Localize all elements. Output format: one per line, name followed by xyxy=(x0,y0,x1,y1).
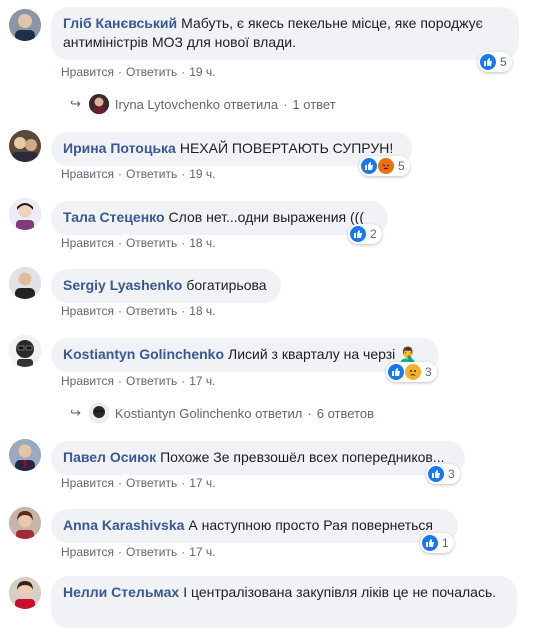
like-reaction-icon xyxy=(388,364,404,380)
comment-author[interactable]: Гліб Канєвський xyxy=(63,15,177,31)
comment-bubble: Тала Стеценко Слов нет...одни выражения (… xyxy=(51,201,388,235)
reply-avatar xyxy=(88,94,109,114)
comment-bubble: Гліб Канєвський Мабуть, є якесь пекельне … xyxy=(51,7,519,60)
like-link[interactable]: Нравится xyxy=(61,476,114,490)
avatar[interactable] xyxy=(9,267,41,299)
comment-author[interactable]: Павел Осиюк xyxy=(63,449,156,465)
comment-text: Похоже Зе превзошёл всех попередников... xyxy=(160,449,445,465)
avatar[interactable] xyxy=(9,577,41,609)
reply-count: 1 ответ xyxy=(292,96,336,112)
reply-verb: ответил xyxy=(255,405,303,421)
reaction-summary[interactable]: 5 xyxy=(359,156,410,176)
comment-text: І централізована закупівля ліків це не п… xyxy=(183,584,497,600)
reply-verb: ответила xyxy=(223,96,279,112)
reaction-count: 5 xyxy=(398,159,405,173)
like-reaction-icon xyxy=(480,54,496,70)
comment-actions: Нравится · Ответить · 17 ч. xyxy=(61,476,216,490)
avatar[interactable] xyxy=(9,198,41,230)
sad-reaction-icon xyxy=(405,364,421,380)
reply-count: 6 ответов xyxy=(316,405,374,421)
comment-bubble: Ирина Потоцька НЕХАЙ ПОВЕРТАЮТЬ СУПРУН! xyxy=(51,132,412,166)
angry-reaction-icon xyxy=(378,158,394,174)
avatar[interactable] xyxy=(9,335,41,367)
reaction-count: 3 xyxy=(448,467,455,481)
comment-author[interactable]: Ирина Потоцька xyxy=(63,140,176,156)
comment-text: НЕХАЙ ПОВЕРТАЮТЬ СУПРУН! xyxy=(179,140,394,156)
reaction-summary[interactable]: 3 xyxy=(386,362,437,382)
reaction-count: 5 xyxy=(500,55,507,69)
reply-link[interactable]: Ответить xyxy=(126,545,177,559)
reply-link[interactable]: Ответить xyxy=(126,167,177,181)
reply-link[interactable]: Ответить xyxy=(126,374,177,388)
like-reaction-icon xyxy=(361,158,377,174)
comment-bubble: Sergiy Lyashenko богатирьова xyxy=(51,269,281,303)
reaction-count: 3 xyxy=(425,365,432,379)
comment-time[interactable]: 17 ч. xyxy=(189,545,215,559)
like-link[interactable]: Нравится xyxy=(61,167,114,181)
comment-author[interactable]: Anna Karashivska xyxy=(63,517,184,533)
like-reaction-icon xyxy=(428,466,444,482)
reaction-summary[interactable]: 5 xyxy=(478,52,512,72)
comment-text: Слов нет...одни выражения ((( xyxy=(168,209,364,225)
comment-actions: Нравится · Ответить · 18 ч. xyxy=(61,304,216,318)
reaction-count: 2 xyxy=(370,227,377,241)
comment-author[interactable]: Sergiy Lyashenko xyxy=(63,277,182,293)
comment-bubble: Anna Karashivska А наступною просто Рая п… xyxy=(51,509,458,543)
comment-author[interactable]: Kostiantyn Golinchenko xyxy=(63,346,224,362)
comment-text: богатирьова xyxy=(186,277,267,293)
reply-arrow-icon: ↪ xyxy=(70,96,81,111)
reaction-summary[interactable]: 2 xyxy=(348,224,382,244)
comment-actions: Нравится · Ответить · 17 ч. xyxy=(61,545,216,559)
like-link[interactable]: Нравится xyxy=(61,545,114,559)
comment-actions: Нравится · Ответить · 19 ч. xyxy=(61,167,216,181)
reaction-summary[interactable]: 1 xyxy=(420,533,454,553)
comment-bubble: Павел Осиюк Похоже Зе превзошёл всех попе… xyxy=(51,441,465,475)
like-link[interactable]: Нравится xyxy=(61,236,114,250)
reply-author: Iryna Lytovchenko xyxy=(114,96,220,112)
avatar[interactable] xyxy=(9,439,41,471)
comment-time[interactable]: 19 ч. xyxy=(189,167,215,181)
reply-arrow-icon: ↪ xyxy=(70,405,81,420)
like-reaction-icon xyxy=(350,226,366,242)
avatar[interactable] xyxy=(9,130,41,162)
avatar[interactable] xyxy=(9,9,41,41)
comment-actions: Нравится · Ответить · 17 ч. xyxy=(61,374,216,388)
reply-link[interactable]: Ответить xyxy=(126,65,177,79)
comment-time[interactable]: 17 ч. xyxy=(189,374,215,388)
replies-link[interactable]: ↪ Kostiantyn Golinchenko ответил · 6 ответ… xyxy=(70,403,374,423)
reply-link[interactable]: Ответить xyxy=(126,476,177,490)
comment-time[interactable]: 18 ч. xyxy=(189,236,215,250)
comment-time[interactable]: 17 ч. xyxy=(189,476,215,490)
reply-author: Kostiantyn Golinchenko xyxy=(114,405,252,421)
avatar[interactable] xyxy=(9,507,41,539)
replies-link[interactable]: ↪ Iryna Lytovchenko ответила · 1 ответ xyxy=(70,94,336,114)
comment-bubble: Kostiantyn Golinchenko Лисий з кварталу н… xyxy=(51,338,439,372)
comment-time[interactable]: 18 ч. xyxy=(189,304,215,318)
reaction-count: 1 xyxy=(442,536,449,550)
comment-time[interactable]: 19 ч. xyxy=(189,65,215,79)
like-link[interactable]: Нравится xyxy=(61,65,114,79)
comment-text: А наступною просто Рая повернеться xyxy=(188,517,433,533)
comment-author[interactable]: Нелли Стельмах xyxy=(63,584,179,600)
comment-actions: Нравится · Ответить · 19 ч. xyxy=(61,65,216,79)
comment-bubble: Нелли Стельмах І централізована закупівля… xyxy=(51,576,517,628)
reaction-summary[interactable]: 3 xyxy=(426,464,460,484)
reply-link[interactable]: Ответить xyxy=(126,236,177,250)
like-reaction-icon xyxy=(422,535,438,551)
comment-actions: Нравится · Ответить · 18 ч. xyxy=(61,236,216,250)
comment-text: Лисий з кварталу на черзі 🤦‍♂️ xyxy=(228,346,417,362)
comment-author[interactable]: Тала Стеценко xyxy=(63,209,165,225)
like-link[interactable]: Нравится xyxy=(61,374,114,388)
like-link[interactable]: Нравится xyxy=(61,304,114,318)
reply-avatar xyxy=(88,403,109,423)
reply-link[interactable]: Ответить xyxy=(126,304,177,318)
